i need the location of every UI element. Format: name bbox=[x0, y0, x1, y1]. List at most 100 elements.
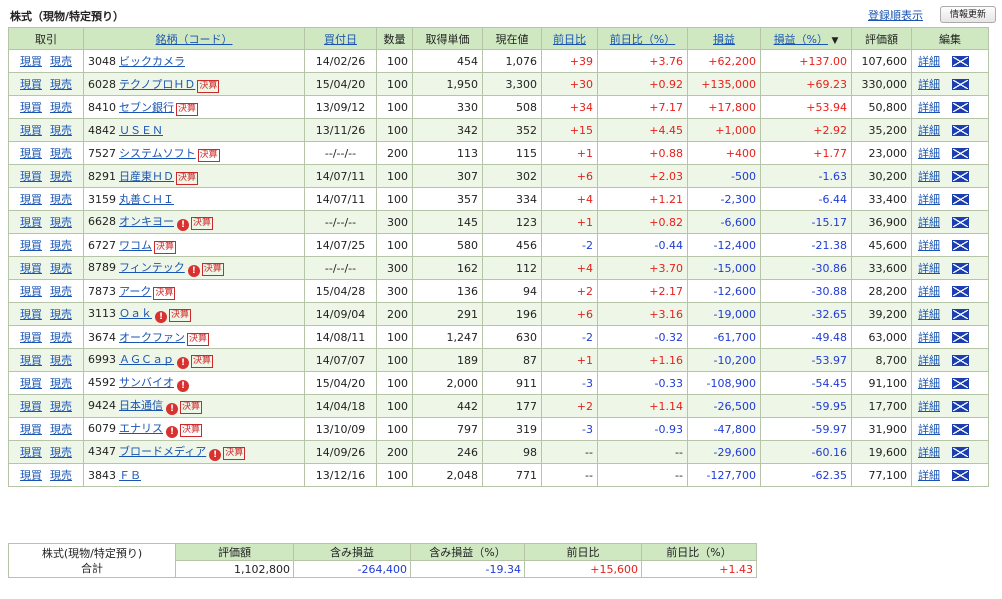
mail-icon[interactable] bbox=[952, 309, 969, 320]
buy-link[interactable]: 現買 bbox=[20, 308, 42, 321]
col-chgpct[interactable]: 前日比（%） bbox=[597, 27, 688, 50]
sell-link[interactable]: 現売 bbox=[50, 400, 72, 413]
earnings-badge[interactable]: 決算 bbox=[197, 148, 220, 162]
stock-name-link[interactable]: Ｏａｋ bbox=[119, 307, 152, 320]
earnings-badge[interactable]: 決算 bbox=[197, 79, 220, 93]
refresh-button[interactable]: 情報更新 bbox=[940, 6, 996, 23]
stock-name-link[interactable]: テクノプロＨＤ bbox=[119, 78, 195, 91]
detail-link[interactable]: 詳細 bbox=[918, 377, 940, 390]
detail-link[interactable]: 詳細 bbox=[918, 400, 940, 413]
sell-link[interactable]: 現売 bbox=[50, 285, 72, 298]
mail-icon[interactable] bbox=[952, 424, 969, 435]
earnings-badge[interactable]: 決算 bbox=[191, 355, 214, 368]
buy-link[interactable]: 現買 bbox=[20, 469, 42, 482]
mail-icon[interactable] bbox=[952, 79, 969, 90]
earnings-badge[interactable]: 決算 bbox=[176, 171, 199, 185]
stock-name-link[interactable]: ＵＳＥＮ bbox=[119, 124, 163, 137]
detail-link[interactable]: 詳細 bbox=[918, 216, 940, 229]
sell-link[interactable]: 現売 bbox=[50, 193, 72, 206]
buy-link[interactable]: 現買 bbox=[20, 101, 42, 114]
stock-name-link[interactable]: ワコム bbox=[119, 239, 152, 252]
col-chgpct-label[interactable]: 前日比（%） bbox=[610, 33, 675, 46]
stock-name-link[interactable]: 日本通信 bbox=[119, 399, 163, 412]
stock-name-link[interactable]: 丸善ＣＨＩ bbox=[119, 193, 174, 206]
col-pl-label[interactable]: 損益 bbox=[713, 33, 735, 46]
alert-icon[interactable]: ! bbox=[187, 265, 200, 277]
buy-link[interactable]: 現買 bbox=[20, 124, 42, 137]
mail-icon[interactable] bbox=[952, 217, 969, 228]
sell-link[interactable]: 現売 bbox=[50, 78, 72, 91]
stock-name-link[interactable]: ＦＢ bbox=[119, 469, 141, 482]
stock-name-link[interactable]: フィンテック bbox=[119, 261, 185, 274]
col-date-label[interactable]: 買付日 bbox=[324, 33, 357, 46]
buy-link[interactable]: 現買 bbox=[20, 55, 42, 68]
mail-icon[interactable] bbox=[952, 470, 969, 481]
stock-name-link[interactable]: アーク bbox=[119, 285, 151, 298]
buy-link[interactable]: 現買 bbox=[20, 216, 42, 229]
alert-icon[interactable]: ! bbox=[166, 403, 178, 415]
sell-link[interactable]: 現売 bbox=[50, 308, 72, 321]
earnings-badge[interactable]: 決算 bbox=[201, 263, 224, 276]
col-chg-label[interactable]: 前日比 bbox=[553, 33, 586, 46]
detail-link[interactable]: 詳細 bbox=[918, 124, 940, 137]
buy-link[interactable]: 現買 bbox=[20, 446, 42, 459]
sell-link[interactable]: 現売 bbox=[50, 377, 72, 390]
buy-link[interactable]: 現買 bbox=[20, 262, 42, 275]
sell-link[interactable]: 現売 bbox=[50, 101, 72, 114]
earnings-badge[interactable]: 決算 bbox=[153, 286, 176, 300]
stock-name-link[interactable]: システムソフト bbox=[119, 147, 196, 160]
mail-icon[interactable] bbox=[952, 378, 969, 389]
stock-name-link[interactable]: セブン銀行 bbox=[119, 101, 174, 114]
earnings-badge[interactable]: 決算 bbox=[154, 240, 177, 254]
stock-name-link[interactable]: ブロードメディア bbox=[119, 445, 206, 458]
earnings-badge[interactable]: 決算 bbox=[169, 309, 192, 322]
mail-icon[interactable] bbox=[952, 194, 969, 205]
detail-link[interactable]: 詳細 bbox=[918, 308, 940, 321]
earnings-badge[interactable]: 決算 bbox=[223, 447, 246, 460]
sell-link[interactable]: 現売 bbox=[50, 239, 72, 252]
col-name[interactable]: 銘柄（コード） bbox=[83, 27, 305, 50]
buy-link[interactable]: 現買 bbox=[20, 285, 42, 298]
registration-order-link[interactable]: 登録順表示 bbox=[868, 7, 923, 23]
stock-name-link[interactable]: ビックカメラ bbox=[119, 55, 185, 68]
sell-link[interactable]: 現売 bbox=[50, 55, 72, 68]
sell-link[interactable]: 現売 bbox=[50, 354, 72, 367]
stock-name-link[interactable]: オークファン bbox=[119, 331, 185, 344]
mail-icon[interactable] bbox=[952, 355, 969, 366]
mail-icon[interactable] bbox=[952, 56, 969, 67]
mail-icon[interactable] bbox=[952, 148, 969, 159]
detail-link[interactable]: 詳細 bbox=[918, 469, 940, 482]
detail-link[interactable]: 詳細 bbox=[918, 55, 940, 68]
col-chg[interactable]: 前日比 bbox=[541, 27, 598, 50]
buy-link[interactable]: 現買 bbox=[20, 78, 42, 91]
buy-link[interactable]: 現買 bbox=[20, 423, 42, 436]
detail-link[interactable]: 詳細 bbox=[918, 78, 940, 91]
detail-link[interactable]: 詳細 bbox=[918, 262, 940, 275]
buy-link[interactable]: 現買 bbox=[20, 193, 42, 206]
detail-link[interactable]: 詳細 bbox=[918, 147, 940, 160]
mail-icon[interactable] bbox=[952, 447, 969, 458]
buy-link[interactable]: 現買 bbox=[20, 331, 42, 344]
col-plpct-label[interactable]: 損益（%） bbox=[774, 33, 828, 46]
buy-link[interactable]: 現買 bbox=[20, 377, 42, 390]
col-date[interactable]: 買付日 bbox=[304, 27, 377, 50]
alert-icon[interactable]: ! bbox=[177, 357, 189, 369]
buy-link[interactable]: 現買 bbox=[20, 170, 42, 183]
buy-link[interactable]: 現買 bbox=[20, 147, 42, 160]
earnings-badge[interactable]: 決算 bbox=[187, 332, 210, 346]
detail-link[interactable]: 詳細 bbox=[918, 354, 940, 367]
alert-icon[interactable]: ! bbox=[155, 311, 167, 323]
detail-link[interactable]: 詳細 bbox=[918, 285, 940, 298]
sell-link[interactable]: 現売 bbox=[50, 216, 72, 229]
col-name-label[interactable]: 銘柄（コード） bbox=[156, 33, 233, 46]
sell-link[interactable]: 現売 bbox=[50, 262, 72, 275]
stock-name-link[interactable]: ＡＧＣａｐ bbox=[119, 353, 174, 366]
mail-icon[interactable] bbox=[952, 171, 969, 182]
detail-link[interactable]: 詳細 bbox=[918, 446, 940, 459]
col-pl[interactable]: 損益 bbox=[687, 27, 761, 50]
sell-link[interactable]: 現売 bbox=[50, 469, 72, 482]
earnings-badge[interactable]: 決算 bbox=[180, 401, 203, 414]
sell-link[interactable]: 現売 bbox=[50, 446, 72, 459]
stock-name-link[interactable]: オンキヨー bbox=[119, 215, 174, 228]
mail-icon[interactable] bbox=[952, 286, 969, 297]
